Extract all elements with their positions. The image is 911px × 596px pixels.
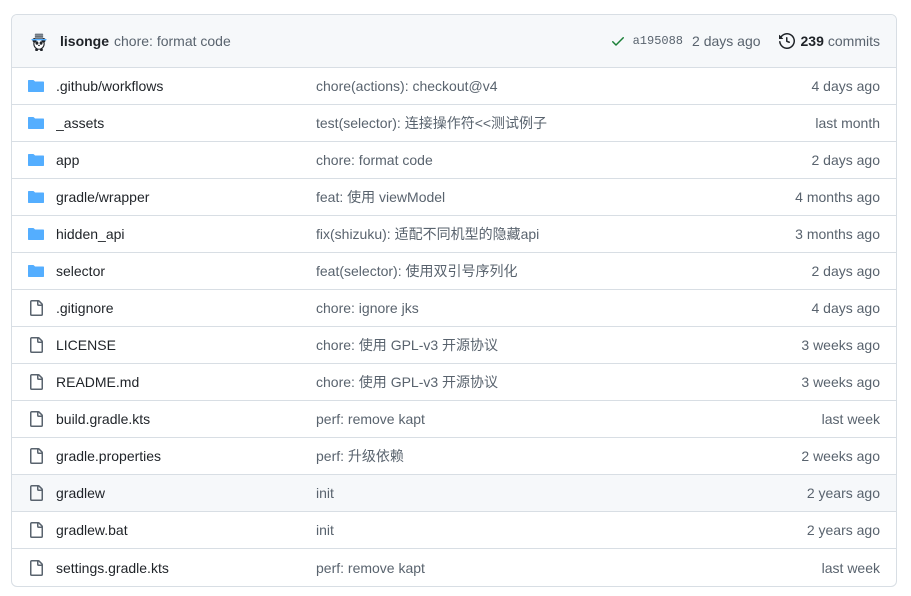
commit-author[interactable]: lisonge — [60, 33, 109, 49]
file-commit-age: 2 years ago — [806, 522, 880, 538]
table-row[interactable]: build.gradle.kts perf: remove kapt last we… — [12, 401, 896, 438]
commit-sha[interactable]: a195088 — [633, 34, 683, 48]
avatar[interactable] — [28, 30, 50, 52]
table-row[interactable]: app chore: format code 2 days ago — [12, 142, 896, 179]
file-icon — [30, 300, 43, 316]
file-name-link[interactable]: gradlew.bat — [56, 522, 316, 538]
file-name-link[interactable]: .gitignore — [56, 300, 316, 316]
file-list: .github/workflows chore(actions): checkou… — [12, 68, 896, 586]
file-commit-age: 2 weeks ago — [801, 448, 880, 464]
file-commit-message[interactable]: init — [316, 485, 807, 501]
file-commit-age: 4 days ago — [811, 300, 881, 316]
commit-date: 2 days ago — [692, 33, 761, 49]
file-icon — [30, 374, 43, 390]
file-commit-age: last week — [821, 411, 880, 427]
file-name-link[interactable]: selector — [56, 263, 316, 279]
folder-icon — [28, 154, 44, 166]
table-row[interactable]: settings.gradle.kts perf: remove kapt last… — [12, 549, 896, 586]
folder-icon — [28, 117, 44, 129]
check-icon[interactable] — [610, 33, 626, 49]
commits-count[interactable]: 239 — [801, 33, 824, 49]
file-commit-message[interactable]: chore: format code — [316, 152, 812, 168]
file-commit-age: 3 weeks ago — [801, 374, 880, 390]
file-name-link[interactable]: gradle.properties — [56, 448, 316, 464]
file-commit-message[interactable]: feat: 使用 viewModel — [316, 187, 795, 207]
file-name-link[interactable]: gradlew — [56, 485, 316, 501]
file-icon — [30, 559, 43, 576]
file-name-link[interactable]: app — [56, 152, 316, 168]
commit-meta: a195088 2 days ago 239 commits — [610, 33, 880, 49]
file-commit-age: 2 years ago — [806, 485, 880, 501]
file-name-link[interactable]: .github/workflows — [56, 78, 316, 94]
folder-icon — [28, 228, 44, 240]
file-commit-age: 2 days ago — [811, 263, 881, 279]
file-commit-age: 4 months ago — [795, 189, 880, 205]
table-row[interactable]: README.md chore: 使用 GPL-v3 开源协议 3 weeks ag… — [12, 364, 896, 401]
file-commit-message[interactable]: feat(selector): 使用双引号序列化 — [316, 261, 812, 281]
repository-file-browser: lisonge chore: format code a195088 2 day… — [11, 14, 897, 587]
table-row[interactable]: .gitignore chore: ignore jks 4 days ago — [12, 290, 896, 327]
table-row[interactable]: .github/workflows chore(actions): checkou… — [12, 68, 896, 105]
table-row[interactable]: selector feat(selector): 使用双引号序列化 2 days a… — [12, 253, 896, 290]
file-commit-message[interactable]: chore: 使用 GPL-v3 开源协议 — [316, 372, 801, 392]
file-commit-message[interactable]: chore(actions): checkout@v4 — [316, 78, 812, 94]
table-row[interactable]: gradlew.bat init 2 years ago — [12, 512, 896, 549]
file-name-link[interactable]: gradle/wrapper — [56, 189, 316, 205]
latest-commit-header: lisonge chore: format code a195088 2 day… — [12, 15, 896, 68]
file-name-link[interactable]: settings.gradle.kts — [56, 560, 316, 576]
commits-label[interactable]: commits — [828, 33, 880, 49]
file-commit-message[interactable]: fix(shizuku): 适配不同机型的隐藏api — [316, 224, 795, 244]
folder-icon — [28, 265, 44, 277]
file-commit-message[interactable]: test(selector): 连接操作符<<测试例子 — [316, 113, 815, 133]
table-row[interactable]: gradle/wrapper feat: 使用 viewModel 4 months… — [12, 179, 896, 216]
file-commit-message[interactable]: perf: remove kapt — [316, 560, 822, 576]
file-name-link[interactable]: README.md — [56, 374, 316, 390]
file-commit-age: last week — [821, 559, 880, 576]
file-commit-message[interactable]: init — [316, 522, 807, 538]
file-name-link[interactable]: hidden_api — [56, 226, 316, 242]
file-commit-message[interactable]: chore: ignore jks — [316, 300, 812, 316]
file-name-link[interactable]: _assets — [56, 115, 316, 131]
file-commit-message[interactable]: chore: 使用 GPL-v3 开源协议 — [316, 335, 801, 355]
file-commit-message[interactable]: perf: remove kapt — [316, 411, 822, 427]
file-commit-age: 3 weeks ago — [801, 337, 880, 353]
folder-icon — [28, 80, 44, 92]
folder-icon — [28, 191, 44, 203]
file-commit-age: 2 days ago — [811, 152, 881, 168]
table-row[interactable]: LICENSE chore: 使用 GPL-v3 开源协议 3 weeks ago — [12, 327, 896, 364]
table-row[interactable]: _assets test(selector): 连接操作符<<测试例子 last m… — [12, 105, 896, 142]
file-icon — [30, 411, 43, 427]
file-icon — [30, 448, 43, 464]
commit-message[interactable]: chore: format code — [114, 33, 231, 49]
history-icon — [778, 33, 795, 49]
file-name-link[interactable]: LICENSE — [56, 337, 316, 353]
file-commit-age: 3 months ago — [795, 226, 880, 242]
file-commit-age: last month — [815, 115, 880, 131]
file-icon — [30, 337, 43, 353]
file-commit-age: 4 days ago — [811, 78, 881, 94]
table-row[interactable]: gradlew init 2 years ago — [12, 475, 896, 512]
file-commit-message[interactable]: perf: 升级依赖 — [316, 446, 801, 466]
file-name-link[interactable]: build.gradle.kts — [56, 411, 316, 427]
file-icon — [30, 485, 43, 501]
table-row[interactable]: hidden_api fix(shizuku): 适配不同机型的隐藏api 3 mo… — [12, 216, 896, 253]
table-row[interactable]: gradle.properties perf: 升级依赖 2 weeks ago — [12, 438, 896, 475]
file-icon — [30, 522, 43, 538]
